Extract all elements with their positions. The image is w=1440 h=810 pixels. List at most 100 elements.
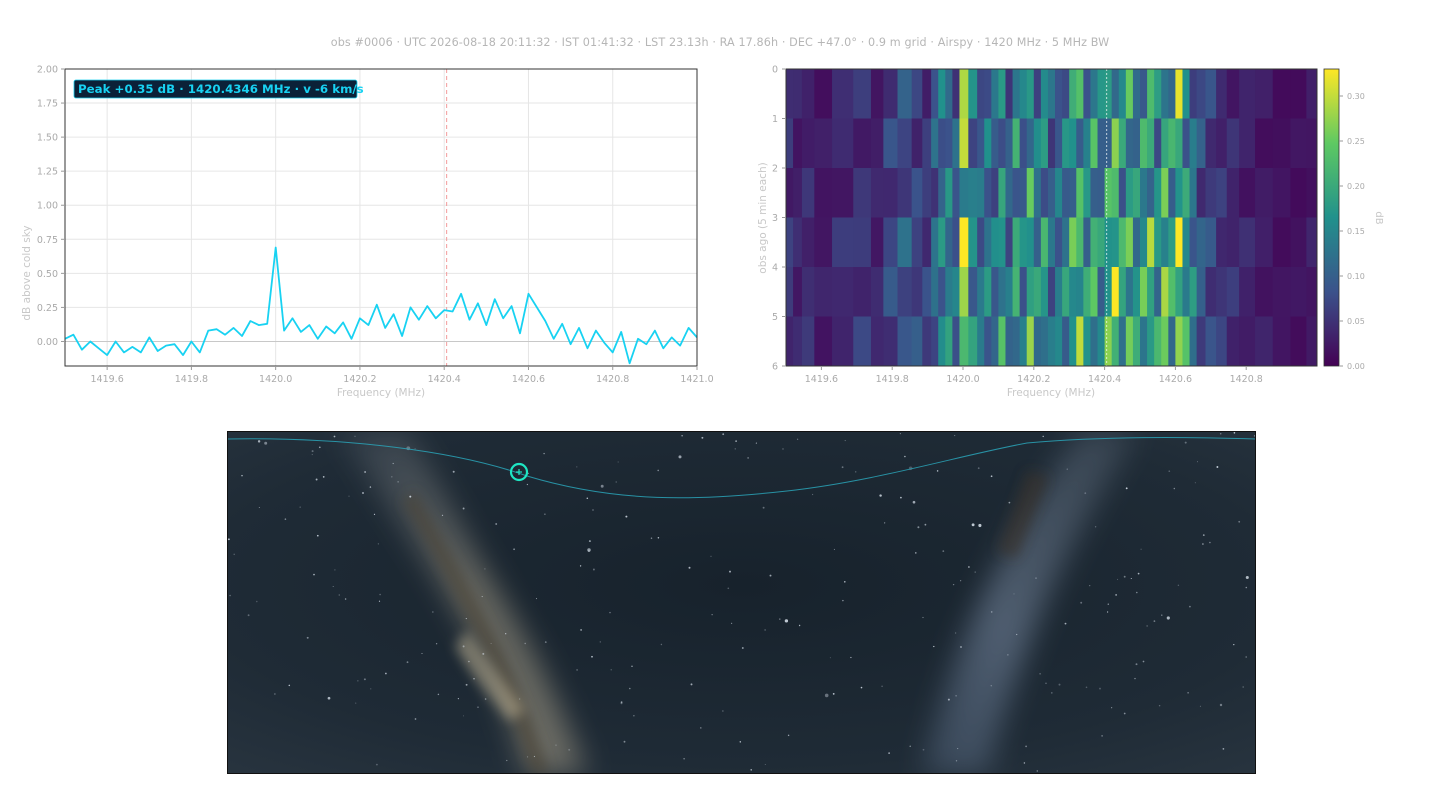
waterfall-cell xyxy=(984,168,992,218)
colorbar xyxy=(1323,68,1340,367)
colorbar-tick-label: 0.25 xyxy=(1347,137,1365,146)
waterfall-cell xyxy=(1272,118,1291,169)
star xyxy=(519,698,521,700)
waterfall-cell xyxy=(945,217,953,268)
star xyxy=(881,685,883,688)
waterfall-cell xyxy=(945,118,953,169)
star xyxy=(274,693,276,695)
star xyxy=(533,755,535,758)
star xyxy=(315,478,318,481)
spectrum-x-ticks: 1419.6 1419.8 1420.0 1420.2 1420.4 1420.6 1420… xyxy=(91,366,714,385)
star xyxy=(729,570,731,573)
waterfall-cell xyxy=(1019,118,1028,169)
star xyxy=(1209,541,1211,544)
waterfall-cell xyxy=(1205,267,1217,317)
star xyxy=(990,475,993,478)
star xyxy=(990,685,992,687)
star xyxy=(1115,594,1117,596)
waterfall-cell xyxy=(1125,168,1134,218)
waterfall-cell xyxy=(1140,69,1148,119)
star xyxy=(505,633,507,635)
star xyxy=(344,598,347,600)
waterfall-cell xyxy=(1205,168,1217,218)
star xyxy=(1084,492,1087,495)
star xyxy=(1117,578,1119,580)
waterfall-cell xyxy=(1069,316,1077,366)
waterfall-cell xyxy=(952,118,960,169)
waterfall-cell xyxy=(1140,267,1148,317)
star xyxy=(912,500,916,504)
star xyxy=(1245,656,1248,658)
waterfall-cell xyxy=(1125,267,1134,317)
waterfall-cell xyxy=(1097,69,1105,119)
waterfall-cell xyxy=(922,69,932,119)
waterfall-y-tick-label: 5 xyxy=(772,312,778,323)
waterfall-cell xyxy=(1189,267,1198,317)
waterfall-cell xyxy=(793,168,803,218)
waterfall-cell xyxy=(922,168,932,218)
colorbar-tick-label: 0.00 xyxy=(1347,362,1365,371)
waterfall-cell xyxy=(1083,69,1091,119)
waterfall-cell xyxy=(1040,168,1049,218)
star xyxy=(922,616,924,619)
star xyxy=(1245,575,1249,580)
star xyxy=(462,715,465,717)
waterfall-cell xyxy=(1118,118,1127,169)
waterfall-cell xyxy=(1226,217,1240,268)
waterfall-cell xyxy=(984,118,992,169)
waterfall-cell xyxy=(897,69,913,119)
star xyxy=(555,744,557,746)
star xyxy=(580,628,583,631)
all-sky-map[interactable] xyxy=(227,431,1256,774)
waterfall-cell xyxy=(1026,168,1035,218)
star xyxy=(917,526,920,529)
waterfall-cell xyxy=(1076,118,1084,169)
waterfall-cell xyxy=(1026,316,1035,366)
waterfall-cell xyxy=(1226,316,1240,366)
waterfall-cell xyxy=(968,267,978,317)
star xyxy=(592,509,594,511)
star xyxy=(462,507,465,510)
waterfall-cell xyxy=(931,267,939,317)
waterfall-cell xyxy=(1161,217,1169,268)
spectrum-y-tick-label: 1.75 xyxy=(37,99,58,110)
star xyxy=(1080,601,1083,604)
waterfall-cell xyxy=(1012,217,1021,268)
waterfall-cell xyxy=(1083,168,1091,218)
star xyxy=(1233,431,1236,434)
waterfall-cell xyxy=(922,118,932,169)
waterfall-cell xyxy=(1090,316,1098,366)
waterfall-cell xyxy=(1182,118,1190,169)
waterfall-cell xyxy=(1306,118,1317,169)
star xyxy=(769,574,772,577)
waterfall-cell xyxy=(998,267,1006,317)
waterfall-cell xyxy=(883,168,898,218)
star xyxy=(1123,712,1126,715)
star xyxy=(683,758,685,760)
star xyxy=(833,548,835,550)
waterfall-cell xyxy=(1182,316,1190,366)
waterfall-cell xyxy=(1040,316,1049,366)
waterfall-cell xyxy=(968,69,978,119)
star xyxy=(722,433,725,436)
star xyxy=(1045,682,1047,685)
star xyxy=(909,745,911,747)
star xyxy=(437,693,440,696)
waterfall-cell xyxy=(1189,316,1198,366)
waterfall-cell xyxy=(1226,267,1240,317)
star xyxy=(311,450,314,453)
waterfall-cell xyxy=(968,217,978,268)
waterfall-cell xyxy=(1019,316,1028,366)
waterfall-cell xyxy=(1196,217,1206,268)
waterfall-cell xyxy=(1147,118,1155,169)
star xyxy=(392,462,394,465)
star xyxy=(334,569,336,571)
waterfall-cell xyxy=(1290,316,1307,366)
star xyxy=(1008,501,1011,504)
star xyxy=(623,740,626,743)
waterfall-cell xyxy=(793,316,803,366)
colorbar-tick-label: 0.20 xyxy=(1347,182,1365,191)
waterfall-cell xyxy=(1255,168,1274,218)
spectrum-x-tick-label: 1419.8 xyxy=(175,374,208,385)
star xyxy=(318,446,321,449)
